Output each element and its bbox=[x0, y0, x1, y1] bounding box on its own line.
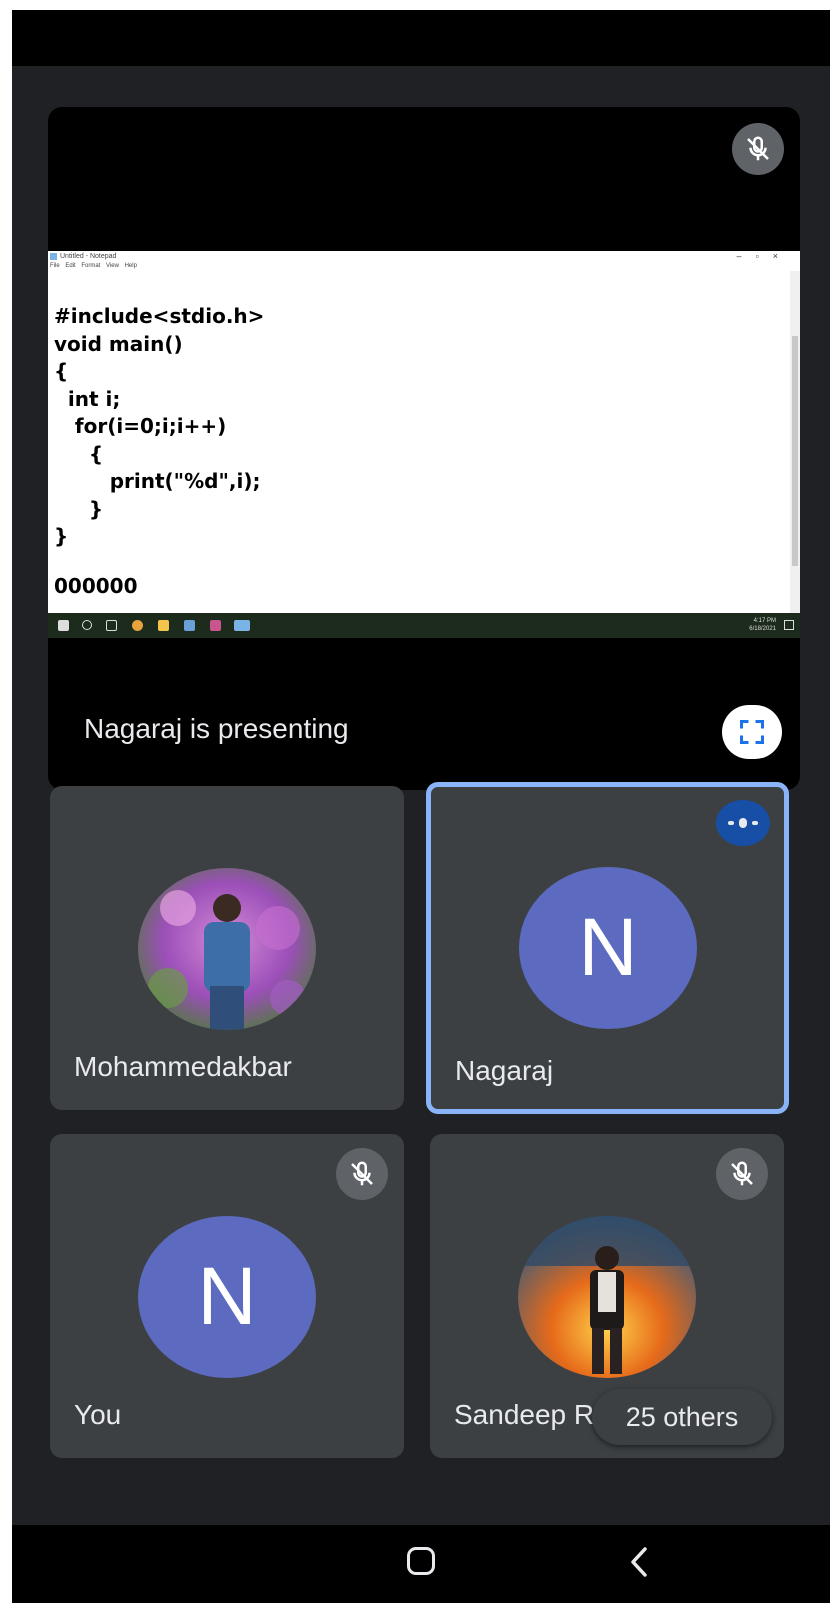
mic-off-icon bbox=[716, 1148, 768, 1200]
participant-name: You bbox=[74, 1399, 122, 1430]
participant-name: Mohammedakbar bbox=[74, 1051, 292, 1082]
avatar-letter: N bbox=[138, 1216, 316, 1378]
participant-tile-mohammedakbar[interactable]: Mohammedakbar bbox=[50, 786, 404, 1110]
mic-off-icon bbox=[336, 1148, 388, 1200]
search-icon bbox=[82, 620, 92, 630]
notepad-scrollbar bbox=[790, 271, 800, 616]
notepad-title-bar: Untitled - Notepad –▫× bbox=[48, 251, 800, 263]
fullscreen-icon bbox=[739, 719, 765, 745]
fullscreen-button[interactable] bbox=[722, 705, 782, 759]
chrome-icon bbox=[132, 620, 143, 631]
windows-taskbar: 4:17 PM 6/18/2021 bbox=[48, 613, 800, 638]
file-explorer-icon bbox=[158, 620, 169, 631]
windows-start-icon bbox=[58, 620, 69, 631]
others-chip[interactable]: 25 others bbox=[592, 1389, 772, 1445]
home-button[interactable] bbox=[407, 1547, 435, 1575]
notepad-icon bbox=[50, 253, 57, 260]
avatar-photo bbox=[138, 868, 316, 1030]
participant-name: Sandeep R bbox=[454, 1399, 595, 1430]
avatar-letter: N bbox=[519, 867, 697, 1029]
code-text: #include<stdio.h> void main() { int i; f… bbox=[54, 304, 265, 548]
status-bar bbox=[12, 10, 830, 66]
presenting-label: Nagaraj is presenting bbox=[84, 713, 349, 744]
presenter-mic-off-icon bbox=[732, 123, 784, 175]
tray-time: 4:17 PM bbox=[753, 618, 776, 624]
participant-name: Nagaraj bbox=[455, 1055, 554, 1086]
system-tray: 4:17 PM 6/18/2021 bbox=[749, 617, 776, 633]
notepad-menu: File Edit Format View Help bbox=[50, 263, 137, 269]
participant-tile-nagaraj[interactable]: N Nagaraj bbox=[426, 782, 789, 1114]
media-app-icon bbox=[184, 620, 195, 631]
notepad-title: Untitled - Notepad bbox=[60, 253, 117, 260]
notepad-taskbar-icon bbox=[234, 620, 250, 631]
meet-screen: Untitled - Notepad –▫× File Edit Format … bbox=[12, 10, 830, 1603]
notification-icon bbox=[784, 620, 794, 630]
shared-screen-content: Untitled - Notepad –▫× File Edit Format … bbox=[48, 251, 800, 638]
task-view-icon bbox=[106, 620, 117, 631]
android-nav-bar bbox=[12, 1525, 830, 1603]
participant-tile-you[interactable]: N You bbox=[50, 1134, 404, 1458]
back-icon[interactable] bbox=[627, 1545, 651, 1579]
output-text: 000000 bbox=[54, 574, 138, 598]
tray-date: 6/18/2021 bbox=[749, 626, 776, 632]
window-controls-icon: –▫× bbox=[736, 251, 792, 261]
presentation-tile[interactable]: Untitled - Notepad –▫× File Edit Format … bbox=[48, 107, 800, 790]
avatar-photo bbox=[518, 1216, 696, 1378]
app-icon bbox=[210, 620, 221, 631]
speaking-indicator-icon bbox=[716, 800, 770, 846]
